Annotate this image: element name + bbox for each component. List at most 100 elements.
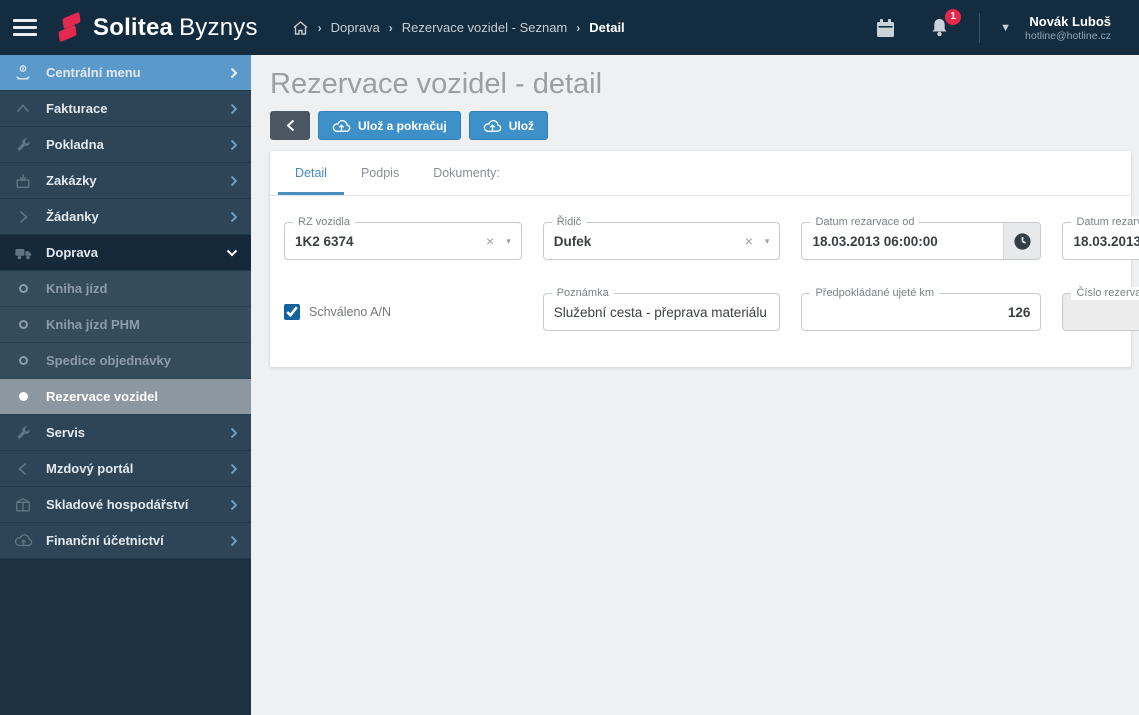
calendar-button[interactable] [871, 14, 900, 42]
brand-name: Solitea Byznys [93, 13, 258, 41]
package-icon [0, 496, 46, 514]
clear-icon[interactable]: × [745, 234, 753, 248]
save-button[interactable]: Ulož [468, 111, 549, 140]
sidebar-item-skladove-hospodarstvi[interactable]: Skladové hospodářství [0, 487, 251, 523]
sidebar-subitem-label: Rezervace vozidel [46, 389, 159, 404]
sidebar-item-label: Centrální menu [46, 65, 141, 80]
detail-card: Detail Podpis Dokumenty: RZ vozidla × ▾ … [270, 151, 1139, 367]
dropdown-caret-icon[interactable]: ▾ [506, 236, 511, 246]
toolbar: Ulož a pokračuj Ulož [270, 111, 1131, 140]
tab-dokumenty[interactable]: Dokumenty: [416, 151, 517, 195]
datum-od-time-picker-button[interactable] [1003, 223, 1041, 259]
ujete-km-input[interactable] [802, 304, 1041, 320]
sidebar-item-zakazky[interactable]: Zakázky [0, 163, 251, 199]
breadcrumb-item-doprava[interactable]: Doprava [331, 20, 380, 35]
breadcrumb-separator: › [576, 20, 581, 35]
schvaleno-checkbox[interactable] [284, 304, 300, 320]
sidebar-subitem-kniha-jizd[interactable]: Kniha jízd [0, 271, 251, 307]
cislo-rezervace-input [1063, 304, 1139, 320]
chevron-right-icon [230, 463, 238, 475]
sidebar-subitem-spedice-objednavky[interactable]: Spedice objednávky [0, 343, 251, 379]
ridic-label: Řidič [551, 216, 587, 229]
save-label: Ulož [508, 118, 535, 133]
home-icon[interactable] [292, 20, 309, 36]
datum-od-label: Datum rezarvace od [810, 216, 920, 229]
cloud-icon [0, 533, 46, 548]
sidebar-subitem-kniha-jizd-phm[interactable]: Kniha jízd PHM [0, 307, 251, 343]
sidebar-item-label: Skladové hospodářství [46, 497, 189, 512]
solitea-logo-icon [57, 11, 83, 44]
wrench-icon [0, 136, 46, 154]
circle-icon [0, 320, 46, 329]
datum-od-input[interactable] [802, 233, 1004, 249]
ridic-input[interactable] [543, 233, 745, 249]
datum-do-label: Datum rezarvace do [1071, 216, 1139, 229]
sidebar-item-pokladna[interactable]: Pokladna [0, 127, 251, 163]
sidebar-item-servis[interactable]: Servis [0, 415, 251, 451]
chevron-right-icon [230, 535, 238, 547]
sidebar-item-label: Pokladna [46, 137, 104, 152]
sidebar-item-financni-ucetnictvi[interactable]: Finanční účetnictví [0, 523, 251, 559]
notification-badge: 1 [945, 9, 962, 25]
poznamka-input[interactable] [543, 304, 780, 320]
rz-vozidla-label: RZ vozidla [293, 216, 355, 229]
cislo-rezervace-field: Číslo rezervace [1062, 287, 1139, 331]
top-header: Solitea Byznys › Doprava › Rezervace vozi… [0, 0, 1139, 55]
user-menu[interactable]: ▼ Novák Luboš hotline@hotline.cz [1000, 14, 1111, 42]
sidebar: Centrální menu Fakturace Pokladna Zakázk… [0, 55, 251, 715]
wrench-icon [0, 424, 46, 442]
caret-up-icon [0, 100, 46, 118]
chevron-left-icon [286, 119, 294, 132]
datum-do-input[interactable] [1063, 233, 1139, 249]
sidebar-item-doprava[interactable]: Doprava [0, 235, 251, 271]
chevron-left-icon [0, 460, 46, 478]
cloud-upload-icon [483, 119, 502, 132]
breadcrumb-separator: › [317, 20, 322, 35]
clock-icon [1014, 232, 1031, 250]
ujete-km-field: Předpokládané ujeté km [801, 287, 1042, 331]
circle-icon [0, 284, 46, 293]
rz-vozidla-input[interactable] [285, 233, 486, 249]
sidebar-item-mzdovy-portal[interactable]: Mzdový portál [0, 451, 251, 487]
chevron-right-icon [230, 103, 238, 115]
dropdown-caret-icon[interactable]: ▾ [765, 236, 770, 246]
chevron-right-icon [0, 208, 46, 226]
chevron-right-icon [230, 499, 238, 511]
chevron-right-icon [230, 427, 238, 439]
header-divider [979, 12, 981, 43]
breadcrumb-item-seznam[interactable]: Rezervace vozidel - Seznam [402, 20, 567, 35]
sidebar-subitem-label: Kniha jízd [46, 281, 108, 296]
chevron-down-icon [226, 249, 238, 257]
sidebar-item-label: Doprava [46, 245, 99, 260]
chevron-right-icon [230, 175, 238, 187]
schvaleno-checkbox-cell: Schváleno A/N [284, 293, 522, 331]
circle-filled-icon [0, 392, 46, 401]
cloud-upload-icon [332, 119, 351, 132]
sidebar-item-label: Servis [46, 425, 86, 440]
sidebar-item-label: Fakturace [46, 101, 108, 116]
chevron-right-icon [230, 211, 238, 223]
sidebar-item-zadanky[interactable]: Žádanky [0, 199, 251, 235]
main-content: Rezervace vozidel - detail Ulož a pokrač… [251, 55, 1139, 715]
calendar-icon [877, 18, 895, 37]
app-logo[interactable]: Solitea Byznys [57, 11, 258, 44]
clear-icon[interactable]: × [486, 234, 494, 248]
chevron-right-icon [230, 67, 238, 79]
save-continue-button[interactable]: Ulož a pokračuj [318, 111, 461, 140]
tab-podpis[interactable]: Podpis [344, 151, 416, 195]
breadcrumb: › Doprava › Rezervace vozidel - Seznam ›… [292, 20, 625, 36]
datum-do-field: Datum rezarvace do [1062, 216, 1139, 260]
back-button[interactable] [270, 111, 310, 140]
sidebar-subitem-rezervace-vozidel[interactable]: Rezervace vozidel [0, 379, 251, 415]
datum-od-field: Datum rezarvace od [801, 216, 1042, 260]
poznamka-label: Poznámka [551, 287, 614, 300]
sidebar-item-label: Zakázky [46, 173, 97, 188]
chevron-right-icon [230, 139, 238, 151]
sidebar-item-fakturace[interactable]: Fakturace [0, 91, 251, 127]
tab-detail[interactable]: Detail [278, 151, 344, 195]
schvaleno-label[interactable]: Schváleno A/N [309, 305, 391, 319]
chevron-down-icon: ▼ [1000, 21, 1012, 34]
notifications-button[interactable]: 1 [926, 9, 962, 42]
sidebar-item-centralni-menu[interactable]: Centrální menu [0, 55, 251, 91]
hamburger-menu-icon[interactable] [13, 19, 37, 36]
